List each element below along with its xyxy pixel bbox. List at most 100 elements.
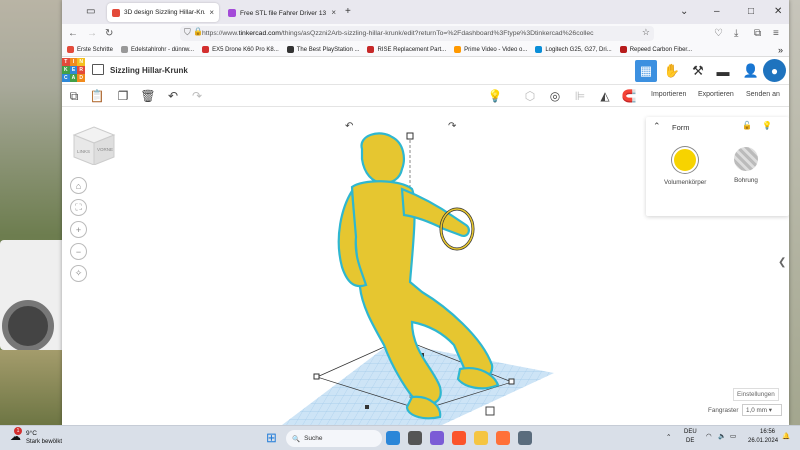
bookmark-item[interactable]: Repeed Carbon Fiber... xyxy=(619,46,692,53)
edit-toolbar: ⧉ 📋 ❐ 🗑 ↶ ↷ 💡 ⬡ ◎ ⊫ ◭ 🧲 Importieren Expo… xyxy=(62,85,789,107)
menu-icon[interactable]: ≡ xyxy=(773,26,779,41)
zoom-in-icon[interactable]: + xyxy=(70,221,87,238)
language-top[interactable]: DEU xyxy=(684,429,697,435)
weather-temp[interactable]: 9°C xyxy=(26,430,37,437)
home-view-icon[interactable]: ⌂ xyxy=(70,177,87,194)
align-icon[interactable]: ⊫ xyxy=(572,88,588,104)
solid-option[interactable]: Volumenkörper xyxy=(664,147,706,186)
lock-icon[interactable]: 🔓 xyxy=(742,121,752,130)
redo-icon[interactable]: ↷ xyxy=(189,88,205,104)
address-bar[interactable]: ⛉ 🔒 https://www. tinkercad.com/things/asQ… xyxy=(180,26,654,41)
teams-icon[interactable] xyxy=(430,431,444,445)
export-button[interactable]: Exportieren xyxy=(698,91,734,98)
minimize-icon[interactable]: – xyxy=(714,5,720,19)
app-icon[interactable] xyxy=(386,431,400,445)
bookmark-item[interactable]: Edelstahlrohr - dünnw... xyxy=(121,46,194,53)
add-user-icon[interactable]: 👤 xyxy=(740,60,762,82)
shield-icon[interactable]: ⛉ xyxy=(184,27,191,38)
taskbar-search[interactable]: 🔍 Suche xyxy=(286,430,382,447)
edge-handle[interactable] xyxy=(365,405,369,409)
side-panel-toggle-icon[interactable]: ❮ xyxy=(778,257,786,268)
snap-grid-label: Fangraster xyxy=(708,407,739,414)
close-window-icon[interactable]: ✕ xyxy=(774,5,782,19)
orthographic-view-icon[interactable]: ✧ xyxy=(70,265,87,282)
start-icon[interactable]: ⊞ xyxy=(266,430,277,446)
new-tab-icon[interactable]: + xyxy=(345,5,351,19)
bookmark-item[interactable]: Logitech G25, G27, Dri... xyxy=(535,46,612,53)
bookmark-item[interactable]: Erste Schritte xyxy=(67,46,113,53)
back-icon[interactable]: ← xyxy=(68,26,78,41)
reload-icon[interactable]: ↻ xyxy=(105,26,113,41)
send-to-button[interactable]: Senden an xyxy=(746,91,780,98)
bricks-icon[interactable]: ▬ xyxy=(712,60,734,82)
rotate-handle-icon[interactable]: ↷ xyxy=(448,121,457,132)
tab-list-icon[interactable]: ⌄ xyxy=(680,5,688,19)
bookmark-item[interactable]: RISE Replacement Part... xyxy=(367,46,446,53)
tab-close-icon[interactable]: × xyxy=(209,8,214,17)
undo-icon[interactable]: ↶ xyxy=(165,88,181,104)
more-bookmarks-icon[interactable]: » xyxy=(778,45,783,55)
scale-handle-icon[interactable] xyxy=(485,406,495,416)
height-handle[interactable] xyxy=(406,132,414,140)
bookmark-star-icon[interactable]: ☆ xyxy=(642,27,650,38)
clock-time[interactable]: 16:56 xyxy=(760,429,775,435)
mirror-icon[interactable]: ◭ xyxy=(597,88,613,104)
weather-desc[interactable]: Stark bewölkt xyxy=(26,439,62,445)
magnet-icon[interactable]: 🧲 xyxy=(621,88,637,104)
app-icon[interactable] xyxy=(518,431,532,445)
tab-close-icon[interactable]: × xyxy=(331,8,336,17)
tinkercad-logo[interactable]: TINKERCAD xyxy=(62,58,85,82)
copy-icon[interactable]: ⧉ xyxy=(66,88,82,104)
hole-option[interactable]: Bohrung xyxy=(734,147,758,184)
tab-tinkercad[interactable]: 3D design Sizzling Hillar-Krunk × xyxy=(107,3,219,22)
language-bottom[interactable]: DE xyxy=(686,438,694,444)
lock-icon[interactable]: 🔒 xyxy=(193,27,203,36)
corner-handle[interactable] xyxy=(313,373,320,380)
pocket-icon[interactable]: ♡ xyxy=(714,26,723,41)
extensions-icon[interactable]: ⧉ xyxy=(754,26,761,41)
zoom-out-icon[interactable]: − xyxy=(70,243,87,260)
hole-swatch[interactable] xyxy=(734,147,758,171)
lightbulb-icon[interactable]: 💡 xyxy=(487,88,503,104)
tray-chevron-icon[interactable]: ⌃ xyxy=(666,433,671,441)
brave-icon[interactable] xyxy=(452,431,466,445)
avatar[interactable]: ● xyxy=(763,59,786,82)
design-title[interactable]: Sizzling Hillar-Krunk xyxy=(110,66,188,75)
solid-color-swatch[interactable] xyxy=(672,147,699,173)
notification-bell-icon[interactable]: 🔔 xyxy=(782,432,790,440)
blocks-icon[interactable]: ✋ xyxy=(661,60,683,82)
tab-free-stl[interactable]: Free STL file Fahrer Driver 13 ⊙ × xyxy=(223,3,341,22)
bookmark-item[interactable]: EX5 Drone K60 Pro K8... xyxy=(202,46,279,53)
3d-view-icon[interactable]: ▦ xyxy=(635,60,657,82)
explorer-icon[interactable] xyxy=(474,431,488,445)
view-cube[interactable]: LINKS VORNE xyxy=(72,125,116,166)
downloads-icon[interactable]: ⤓ xyxy=(734,26,738,41)
light-icon[interactable]: 💡 xyxy=(762,121,772,130)
clock-date[interactable]: 26.01.2024 xyxy=(748,438,778,444)
settings-button[interactable]: Einstellungen xyxy=(733,388,779,401)
collapse-icon[interactable]: ⌃ xyxy=(653,121,661,132)
corner-handle[interactable] xyxy=(508,378,515,385)
fit-view-icon[interactable]: ⛶ xyxy=(70,199,87,216)
maximize-icon[interactable]: □ xyxy=(748,5,754,19)
firefox-taskbar-icon[interactable] xyxy=(496,431,510,445)
volume-icon[interactable]: 🔈 xyxy=(718,432,726,440)
snap-grid-select[interactable]: 1,0 mm ▾ xyxy=(742,404,782,416)
group-icon[interactable]: ⬡ xyxy=(522,88,538,104)
bookmark-item[interactable]: Prime Video - Video o... xyxy=(454,46,527,53)
wifi-icon[interactable]: ◠ xyxy=(706,432,712,440)
tab-overview-icon[interactable]: ▭ xyxy=(86,5,95,19)
tools-icon[interactable]: ⚒ xyxy=(687,60,709,82)
paste-icon[interactable]: 📋 xyxy=(89,88,105,104)
duplicate-icon[interactable]: ❐ xyxy=(115,88,131,104)
battery-icon[interactable]: ▭ xyxy=(730,432,736,440)
task-view-icon[interactable] xyxy=(408,431,422,445)
delete-icon[interactable]: 🗑 xyxy=(140,88,156,104)
import-button[interactable]: Importieren xyxy=(651,91,686,98)
ungroup-icon[interactable]: ◎ xyxy=(547,88,563,104)
rotate-handle-icon[interactable]: ↶ xyxy=(345,121,353,132)
workplane[interactable]: ↶ ↷ LINKS VORNE ⌂ ⛶ + − ✧ ⌃ Form 🔓 💡 Vol… xyxy=(62,107,789,425)
design-menu-icon[interactable] xyxy=(92,64,104,75)
forward-icon[interactable]: → xyxy=(87,26,97,41)
bookmark-item[interactable]: The Best PlayStation ... xyxy=(286,46,359,53)
